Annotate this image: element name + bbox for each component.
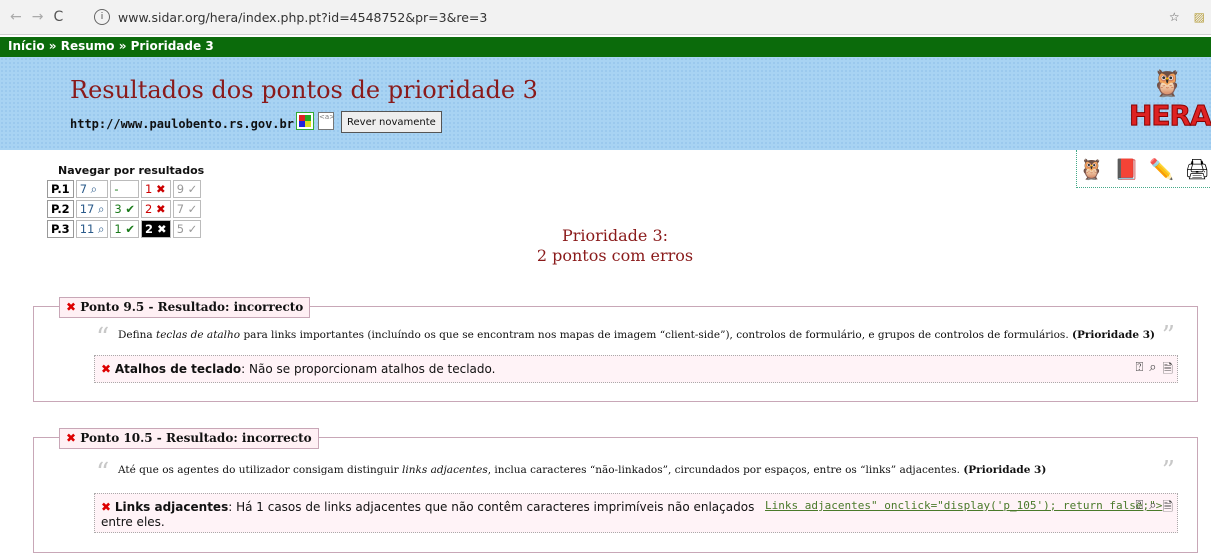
site-url: http://www.paulobento.rs.gov.br bbox=[70, 117, 294, 131]
summary: Prioridade 3: 2 pontos com erros bbox=[515, 226, 715, 266]
row-label: P.1 bbox=[47, 180, 74, 198]
page-title: Resultados dos pontos de prioridade 3 bbox=[70, 76, 538, 104]
document-icon[interactable]: 🗎 bbox=[1163, 360, 1173, 382]
nav-results-title: Navegar por resultados bbox=[58, 164, 205, 177]
owl-help-icon[interactable]: 🦉 bbox=[1079, 157, 1104, 181]
tool-icons: 🦉 📕 ✏️ 🖨 bbox=[1076, 150, 1211, 188]
ok-count[interactable]: 1 ✔ bbox=[110, 220, 140, 238]
point-title: Ponto 10.5 - Resultado: incorrecto bbox=[80, 431, 312, 445]
point-panel: ✖ Ponto 9.5 - Resultado: incorrecto “ De… bbox=[33, 297, 1198, 402]
result-text: ✖ Atalhos de teclado: Não se proporciona… bbox=[101, 362, 496, 376]
error-icon: ✖ bbox=[66, 300, 77, 314]
result-box: ✖ Atalhos de teclado: Não se proporciona… bbox=[94, 355, 1178, 383]
result-text: ✖ Links adjacentes: Há 1 casos de links … bbox=[101, 500, 755, 529]
source-code-icon[interactable]: <a> bbox=[318, 112, 335, 130]
error-count[interactable]: 2 ✖ bbox=[141, 200, 171, 218]
na-count[interactable]: 5 ✓ bbox=[172, 220, 202, 238]
results-row: P.3 11 ⌕ 1 ✔ 2 ✖ 5 ✓ bbox=[47, 220, 202, 238]
forward-icon[interactable]: → bbox=[32, 9, 44, 25]
book-icon[interactable]: 📕 bbox=[1114, 157, 1139, 181]
summary-line1: Prioridade 3: bbox=[561, 226, 669, 245]
error-count[interactable]: 1 ✖ bbox=[141, 180, 171, 198]
review-count[interactable]: 11 ⌕ bbox=[75, 220, 109, 238]
star-icon[interactable]: ☆ bbox=[1169, 10, 1180, 24]
logo-text: HERA bbox=[1129, 99, 1211, 133]
browser-actions: ☆ ▨ bbox=[1169, 10, 1211, 24]
help-icon[interactable]: ⍰ bbox=[1135, 498, 1143, 520]
browser-toolbar: ← → C i www.sidar.org/hera/index.php.pt?… bbox=[0, 0, 1211, 35]
result-box: ✖ Links adjacentes: Há 1 casos de links … bbox=[94, 493, 1178, 533]
info-icon[interactable]: i bbox=[94, 9, 110, 25]
quote-open-icon: “ bbox=[96, 458, 110, 488]
colors-icon[interactable] bbox=[296, 112, 314, 130]
document-icon[interactable]: 🗎 bbox=[1163, 498, 1173, 520]
row-label: P.2 bbox=[47, 200, 74, 218]
quote-text: Defina teclas de atalho para links impor… bbox=[118, 329, 1156, 341]
point-panel: ✖ Ponto 10.5 - Resultado: incorrecto “ A… bbox=[33, 428, 1198, 553]
error-icon: ✖ bbox=[101, 362, 112, 376]
pencil-icon[interactable]: ✏️ bbox=[1149, 157, 1174, 181]
point-tab[interactable]: ✖ Ponto 10.5 - Resultado: incorrecto bbox=[59, 428, 319, 449]
result-icons: ⍰ ⌕ 🗎 bbox=[1135, 360, 1173, 382]
rever-button[interactable]: Rever novamente bbox=[341, 111, 442, 133]
review-count[interactable]: 17 ⌕ bbox=[75, 200, 109, 218]
url-text[interactable]: www.sidar.org/hera/index.php.pt?id=45487… bbox=[118, 10, 487, 25]
error-count-selected[interactable]: 2 ✖ bbox=[141, 220, 171, 238]
results-grid: P.1 7 ⌕ - 1 ✖ 9 ✓ P.2 17 ⌕ 3 ✔ 2 ✖ 7 ✓ P… bbox=[45, 178, 203, 240]
summary-line2: 2 pontos com erros bbox=[536, 246, 694, 265]
point-tab[interactable]: ✖ Ponto 9.5 - Resultado: incorrecto bbox=[59, 297, 311, 318]
browser-nav: ← → C bbox=[0, 9, 94, 25]
review-count[interactable]: 7 ⌕ bbox=[75, 180, 109, 198]
hera-logo[interactable]: 🦉 HERA bbox=[1127, 69, 1211, 137]
ok-count[interactable]: 3 ✔ bbox=[110, 200, 140, 218]
reload-icon[interactable]: C bbox=[53, 9, 63, 25]
back-icon[interactable]: ← bbox=[10, 9, 22, 25]
quote-text: Até que os agentes do utilizador consiga… bbox=[118, 464, 1047, 476]
results-row: P.2 17 ⌕ 3 ✔ 2 ✖ 7 ✓ bbox=[47, 200, 202, 218]
extension-icon[interactable]: ▨ bbox=[1194, 10, 1205, 24]
printer-icon[interactable]: 🖨 bbox=[1184, 157, 1209, 181]
ok-count[interactable]: - bbox=[110, 180, 140, 198]
inspect-icon[interactable]: ⌕ bbox=[1149, 360, 1156, 382]
adjacent-links-link[interactable]: Links adjacentes" onclick="display('p_10… bbox=[765, 499, 1162, 512]
owl-icon: 🦉 bbox=[1151, 69, 1184, 99]
help-icon[interactable]: ⍰ bbox=[1135, 360, 1143, 382]
quote-open-icon: “ bbox=[96, 323, 110, 353]
result-icons: ⍰ ⌕ 🗎 bbox=[1135, 498, 1173, 520]
row-label: P.3 bbox=[47, 220, 74, 238]
results-row: P.1 7 ⌕ - 1 ✖ 9 ✓ bbox=[47, 180, 202, 198]
error-icon: ✖ bbox=[66, 431, 77, 445]
na-count[interactable]: 9 ✓ bbox=[172, 180, 202, 198]
quote-close-icon: ” bbox=[1161, 321, 1175, 351]
quote-close-icon: ” bbox=[1161, 456, 1175, 486]
page-header: Resultados dos pontos de prioridade 3 ht… bbox=[0, 57, 1211, 150]
na-count[interactable]: 7 ✓ bbox=[172, 200, 202, 218]
breadcrumb[interactable]: Início » Resumo » Prioridade 3 bbox=[0, 37, 1211, 57]
point-title: Ponto 9.5 - Resultado: incorrecto bbox=[80, 300, 304, 314]
error-icon: ✖ bbox=[101, 500, 112, 514]
inspect-icon[interactable]: ⌕ bbox=[1149, 498, 1156, 520]
address-bar[interactable]: i www.sidar.org/hera/index.php.pt?id=454… bbox=[94, 4, 1169, 30]
